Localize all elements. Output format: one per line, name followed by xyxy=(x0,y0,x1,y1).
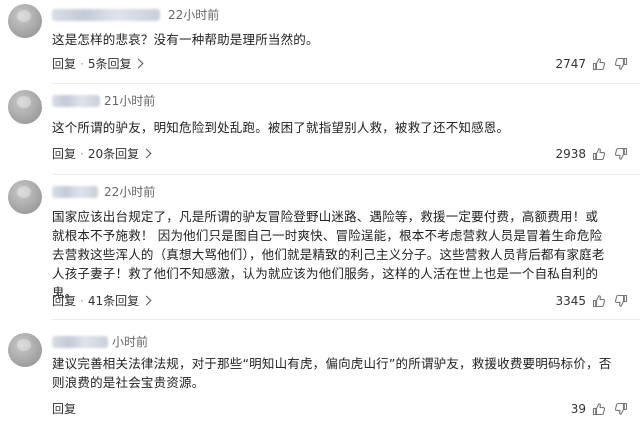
view-replies-button[interactable]: 41条回复 xyxy=(87,294,152,308)
like-group: 39 xyxy=(571,402,628,416)
comment-time: 小时前 xyxy=(112,335,149,349)
reply-button[interactable]: 回复 xyxy=(52,294,76,308)
like-count: 2938 xyxy=(555,147,586,161)
comment-actions: 回复 xyxy=(52,402,76,416)
reply-button[interactable]: 回复 xyxy=(52,402,76,416)
thumb-down-icon[interactable] xyxy=(614,147,628,161)
thumb-down-icon[interactable] xyxy=(614,57,628,71)
reply-button[interactable]: 回复 xyxy=(52,147,76,161)
comment-actions: 回复 · 41条回复 xyxy=(52,294,152,308)
like-count: 3345 xyxy=(555,294,586,308)
avatar[interactable] xyxy=(8,90,42,124)
divider xyxy=(52,83,640,84)
thumb-up-icon[interactable] xyxy=(592,294,606,308)
separator-dot: · xyxy=(80,147,84,161)
thumb-up-icon[interactable] xyxy=(592,402,606,416)
separator-dot: · xyxy=(80,294,84,308)
avatar[interactable] xyxy=(8,180,42,214)
reply-count: 41条回复 xyxy=(87,294,140,308)
chevron-down-icon xyxy=(141,148,152,159)
avatar[interactable] xyxy=(8,333,42,367)
avatar[interactable] xyxy=(8,4,42,38)
reply-button[interactable]: 回复 xyxy=(52,57,76,71)
comment-text: 这个所谓的驴友，明知危险到处乱跑。被困了就指望别人救，被救了还不知感恩。 xyxy=(52,120,510,135)
divider xyxy=(52,174,640,175)
comment-item: 21小时前 这个所谓的驴友，明知危险到处乱跑。被困了就指望别人救，被救了还不知感… xyxy=(0,86,640,176)
reply-count: 5条回复 xyxy=(87,57,132,71)
comment-time: 22小时前 xyxy=(168,8,220,22)
view-replies-button[interactable]: 20条回复 xyxy=(87,147,152,161)
thumb-up-icon[interactable] xyxy=(592,57,606,71)
thumb-up-icon[interactable] xyxy=(592,147,606,161)
thumb-down-icon[interactable] xyxy=(614,402,628,416)
username-blurred[interactable] xyxy=(52,186,98,198)
comment-time: 22小时前 xyxy=(104,185,156,199)
comment-actions: 回复 · 20条回复 xyxy=(52,147,152,161)
username-blurred[interactable] xyxy=(52,9,160,21)
comment-item: 22小时前 这是怎样的悲哀？没有一种帮助是理所当然的。 回复 · 5条回复 2747 xyxy=(0,0,640,86)
separator-dot: · xyxy=(80,57,84,71)
comment-text: 建议完善相关法律法规，对于那些“明知山有虎，偏向虎山行”的所谓驴友，救援收费要明… xyxy=(52,356,612,390)
chevron-down-icon xyxy=(141,295,152,306)
like-count: 39 xyxy=(570,402,586,416)
like-count: 2747 xyxy=(555,57,586,71)
thumb-down-icon[interactable] xyxy=(614,294,628,308)
like-group: 2938 xyxy=(555,147,628,161)
username-blurred[interactable] xyxy=(52,336,108,348)
comment-text: 国家应该出台规定了，凡是所谓的驴友冒险登野山迷路、遇险等，救援一定要付费，高额费… xyxy=(52,209,605,300)
like-group: 2747 xyxy=(555,57,628,71)
like-group: 3345 xyxy=(555,294,628,308)
divider xyxy=(52,319,640,320)
comment-item: 22小时前 国家应该出台规定了，凡是所谓的驴友冒险登野山迷路、遇险等，救援一定要… xyxy=(0,176,640,321)
chevron-down-icon xyxy=(134,58,144,69)
comment-text: 这是怎样的悲哀？没有一种帮助是理所当然的。 xyxy=(52,32,319,47)
comment-item: 小时前 建议完善相关法律法规，对于那些“明知山有虎，偏向虎山行”的所谓驴友，救援… xyxy=(0,321,640,440)
comment-time: 21小时前 xyxy=(104,94,156,108)
view-replies-button[interactable]: 5条回复 xyxy=(87,57,144,71)
comment-actions: 回复 · 5条回复 xyxy=(52,57,144,71)
reply-count: 20条回复 xyxy=(87,147,140,161)
username-blurred[interactable] xyxy=(52,95,100,107)
